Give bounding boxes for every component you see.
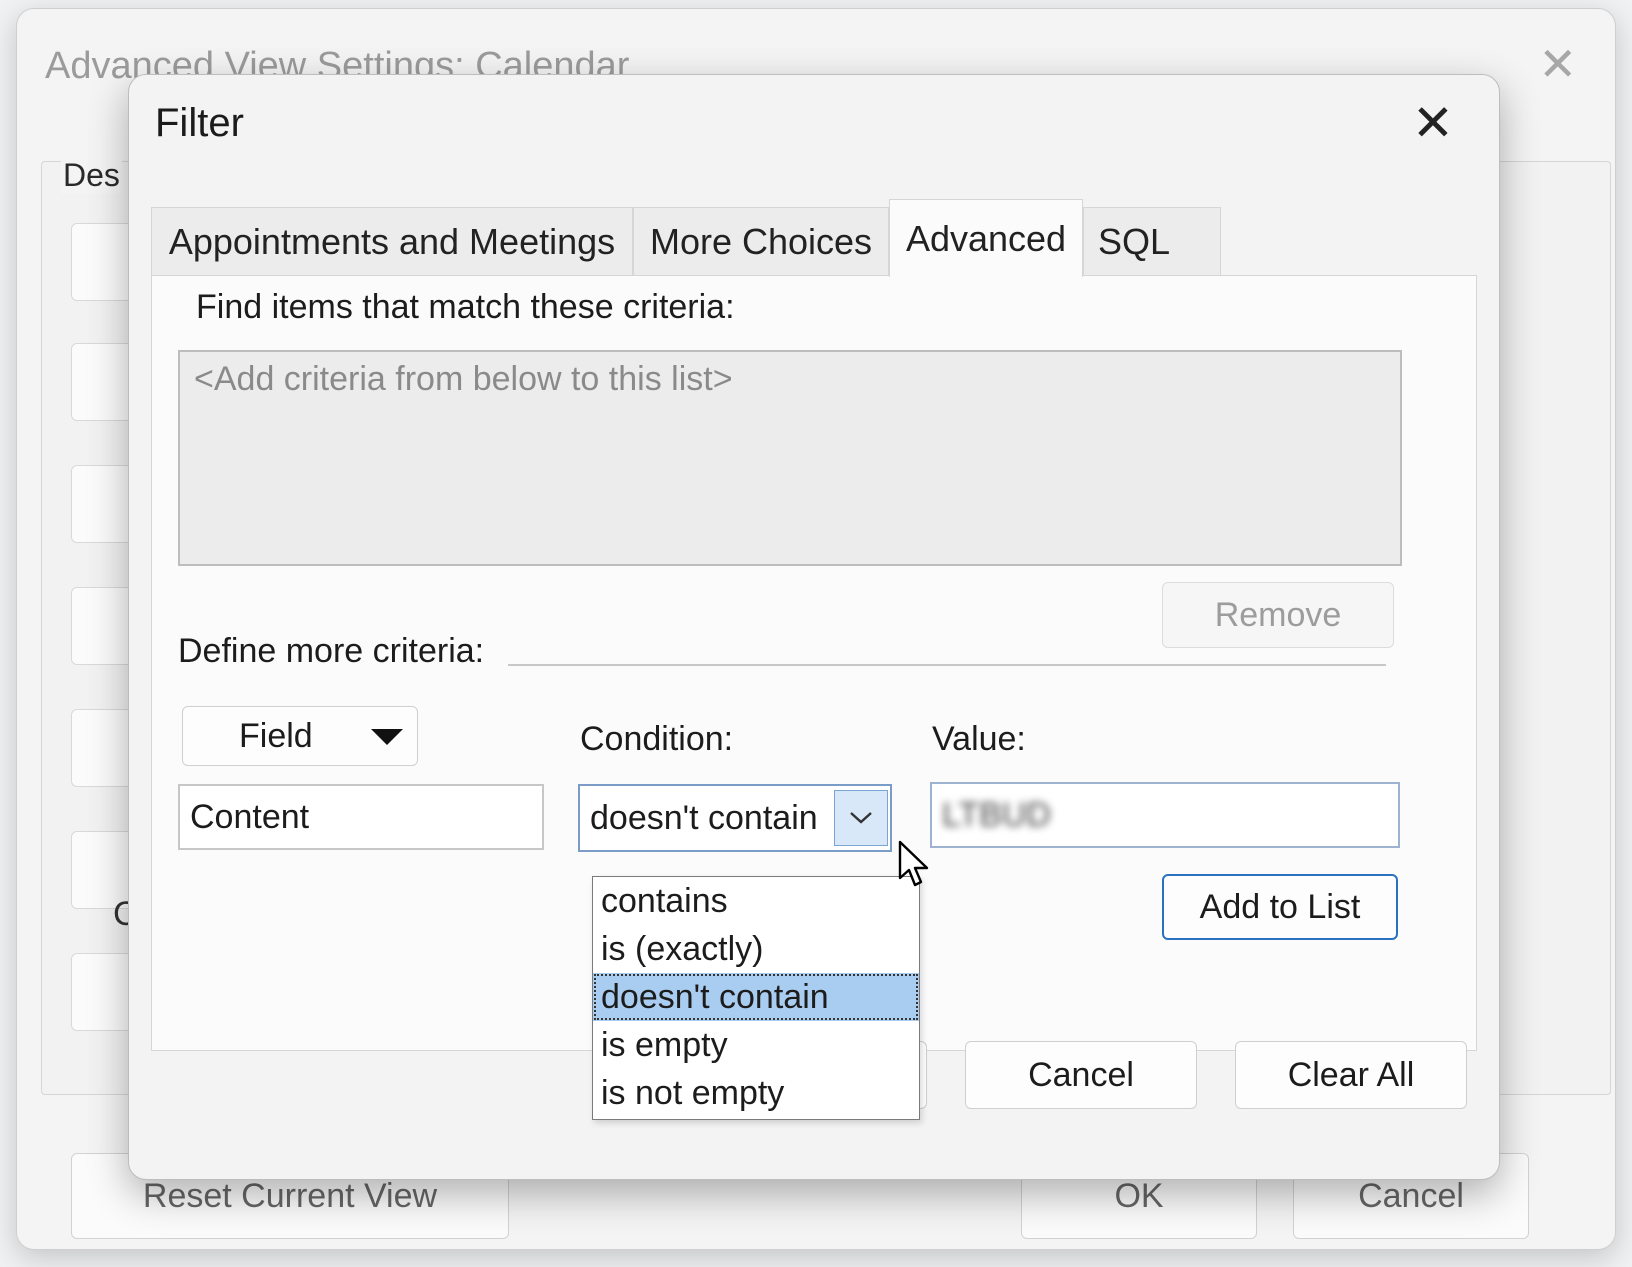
criteria-list[interactable]: <Add criteria from below to this list>	[178, 350, 1402, 566]
condition-option-is-not-empty[interactable]: is not empty	[593, 1069, 919, 1117]
value-input[interactable]: LTBUD	[930, 782, 1400, 848]
tab-appointments-and-meetings[interactable]: Appointments and Meetings	[151, 207, 633, 275]
criteria-placeholder: <Add criteria from below to this list>	[194, 360, 733, 398]
condition-selected-value: doesn't contain	[590, 799, 818, 837]
condition-select[interactable]: doesn't contain	[578, 784, 892, 852]
cancel-button[interactable]: Cancel	[965, 1041, 1197, 1109]
value-label: Value:	[932, 720, 1026, 758]
define-more-criteria-label: Define more criteria:	[178, 632, 485, 670]
field-dropdown-button[interactable]: Field	[182, 706, 418, 766]
condition-option-contains[interactable]: contains	[593, 877, 919, 925]
close-icon[interactable]: ✕	[1407, 97, 1459, 149]
dialog-title: Filter	[155, 101, 244, 145]
add-to-list-button[interactable]: Add to List	[1162, 874, 1398, 940]
tab-more-choices[interactable]: More Choices	[633, 207, 889, 275]
condition-label: Condition:	[580, 720, 734, 758]
value-text: LTBUD	[942, 796, 1051, 834]
find-items-label: Find items that match these criteria:	[196, 288, 735, 326]
section-divider	[508, 664, 1386, 666]
tab-advanced[interactable]: Advanced	[889, 199, 1083, 277]
condition-option-is-empty[interactable]: is empty	[593, 1021, 919, 1069]
field-button-label: Field	[239, 716, 313, 755]
remove-button[interactable]: Remove	[1162, 582, 1394, 648]
caret-down-icon	[371, 729, 403, 745]
clear-all-button[interactable]: Clear All	[1235, 1041, 1467, 1109]
chevron-down-icon[interactable]	[834, 790, 888, 846]
tab-sql[interactable]: SQL	[1083, 207, 1221, 275]
condition-option-doesnt-contain[interactable]: doesn't contain	[593, 973, 919, 1021]
field-name-input[interactable]: Content	[178, 784, 544, 850]
condition-option-is-exactly[interactable]: is (exactly)	[593, 925, 919, 973]
background-group-label: Des	[61, 157, 122, 194]
condition-dropdown-list: contains is (exactly) doesn't contain is…	[592, 876, 920, 1120]
close-icon[interactable]: ✕	[1538, 41, 1577, 87]
mouse-pointer-icon	[898, 840, 929, 887]
